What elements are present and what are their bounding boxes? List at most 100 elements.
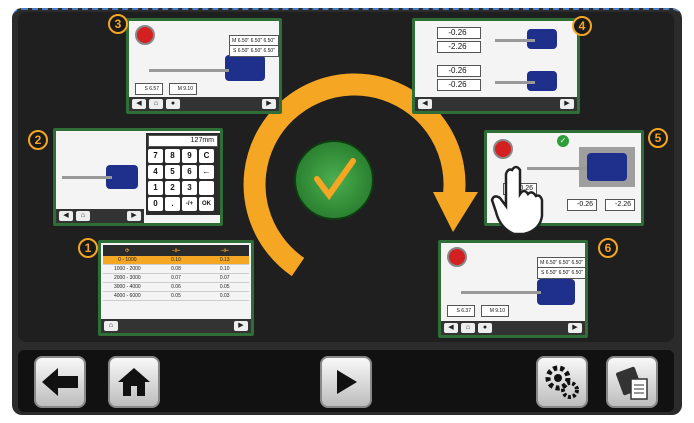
- step2-toolbar: ◀ ⌂ ▶: [56, 209, 144, 223]
- shaft-icon: [149, 69, 229, 72]
- key-2[interactable]: 2: [165, 181, 180, 195]
- next-icon[interactable]: ▶: [234, 321, 248, 331]
- back-icon[interactable]: ◀: [444, 323, 458, 333]
- check-icon: ✓: [557, 135, 569, 147]
- step6-m-value: M 9.10: [481, 305, 509, 317]
- step3-screen: M 6.50" 6.50" 6.50" S 6.50" 6.50" 6.50" …: [129, 21, 279, 111]
- workflow-area: M 6.50" 6.50" 6.50" S 6.50" 6.50" 6.50" …: [18, 12, 674, 342]
- back-icon[interactable]: ◀: [132, 99, 146, 109]
- tolerance-table: ⟳ ⊣⊢ ⊣⊢ 0 - 1000 0.10 0.13 1000 - 2000 0.08…: [103, 245, 249, 301]
- step1-screen: ⟳ ⊣⊢ ⊣⊢ 0 - 1000 0.10 0.13 1000 - 2000 0.08…: [101, 243, 251, 333]
- step4-value-2: -2.26: [437, 41, 481, 53]
- back-icon[interactable]: ◀: [59, 211, 73, 221]
- key-backspace[interactable]: ←: [199, 165, 214, 179]
- table-header: ⟳ ⊣⊢ ⊣⊢: [103, 245, 249, 256]
- shaft-icon: [495, 39, 535, 42]
- step1-toolbar: ⌂ ▶: [101, 319, 251, 333]
- step4-badge: 4: [572, 16, 592, 36]
- table-row[interactable]: 0 - 1000 0.10 0.13: [103, 256, 249, 265]
- home-icon: [118, 368, 150, 396]
- step6-s-row: S 6.50" 6.50" 6.50": [537, 267, 585, 279]
- shaft-icon: [495, 81, 535, 84]
- step2-screen: 127mm 7 8 9 C 4 5 6 ← 1 2 3 0 . -/+ OK ◀…: [56, 131, 220, 223]
- step6-screen: M 6.50" 6.50" 6.50" S 6.50" 6.50" 6.50" …: [441, 243, 585, 335]
- home-button[interactable]: [108, 356, 160, 408]
- step6-s-value: S 6.37: [447, 305, 475, 317]
- home-icon[interactable]: ⌂: [461, 323, 475, 333]
- stop-icon: [447, 247, 467, 267]
- hand-pointer-icon: [490, 165, 544, 236]
- step6-panel[interactable]: M 6.50" 6.50" 6.50" S 6.50" 6.50" 6.50" …: [438, 240, 588, 338]
- step3-s-row: S 6.50" 6.50" 6.50": [229, 45, 279, 57]
- back-button[interactable]: [34, 356, 86, 408]
- step4-value-1: -0.26: [437, 27, 481, 39]
- step4-screen: -0.26 -2.26 -0.26 -0.26 ◀ ▶: [415, 21, 577, 111]
- key-sign[interactable]: -/+: [182, 197, 197, 211]
- shaft-icon: [461, 291, 541, 294]
- printer-report-icon: [616, 366, 648, 400]
- gears-icon: [545, 365, 579, 399]
- next-icon[interactable]: ▶: [560, 99, 574, 109]
- table-row[interactable]: 3000 - 4000 0.06 0.05: [103, 283, 249, 292]
- step5-value-1: -0.26: [567, 199, 597, 211]
- key-8[interactable]: 8: [165, 149, 180, 163]
- rpm-icon: ⟳: [125, 247, 130, 254]
- next-icon[interactable]: ▶: [127, 211, 141, 221]
- shaft-icon: [62, 176, 112, 179]
- key-9[interactable]: 9: [182, 149, 197, 163]
- keypad: 127mm 7 8 9 C 4 5 6 ← 1 2 3 0 . -/+ OK: [146, 133, 220, 215]
- stop-icon: [493, 139, 513, 159]
- motor-icon: [537, 279, 575, 305]
- key-5[interactable]: 5: [165, 165, 180, 179]
- step2-panel[interactable]: 127mm 7 8 9 C 4 5 6 ← 1 2 3 0 . -/+ OK ◀…: [53, 128, 223, 226]
- step3-badge: 3: [108, 14, 128, 34]
- table-row[interactable]: 4000 - 6000 0.05 0.03: [103, 292, 249, 301]
- step2-badge: 2: [28, 130, 48, 150]
- step4-toolbar: ◀ ▶: [415, 97, 577, 111]
- key-blank[interactable]: [199, 181, 214, 195]
- key-dot[interactable]: .: [165, 197, 180, 211]
- step3-s-value: S 6.57: [135, 83, 163, 95]
- step1-panel[interactable]: ⟳ ⊣⊢ ⊣⊢ 0 - 1000 0.10 0.13 1000 - 2000 0.08…: [98, 240, 254, 336]
- key-0[interactable]: 0: [148, 197, 163, 211]
- offset-icon: ⊣⊢: [171, 247, 181, 254]
- play-button[interactable]: [320, 356, 372, 408]
- report-button[interactable]: [606, 356, 658, 408]
- home-icon[interactable]: ⌂: [76, 211, 90, 221]
- angle-icon: ⊣⊢: [220, 247, 230, 254]
- home-icon[interactable]: ⌂: [104, 321, 118, 331]
- play-icon: [337, 370, 357, 394]
- step5-value-2: -2.26: [605, 199, 635, 211]
- bottom-toolbar: [18, 350, 674, 412]
- step3-panel[interactable]: M 6.50" 6.50" 6.50" S 6.50" 6.50" 6.50" …: [126, 18, 282, 114]
- key-c[interactable]: C: [199, 149, 214, 163]
- stop-icon: [135, 25, 155, 45]
- step1-badge: 1: [78, 238, 98, 258]
- key-6[interactable]: 6: [182, 165, 197, 179]
- settings-button[interactable]: [536, 356, 588, 408]
- table-row[interactable]: 2000 - 3000 0.07 0.07: [103, 274, 249, 283]
- table-row[interactable]: 1000 - 2000 0.08 0.10: [103, 265, 249, 274]
- next-icon[interactable]: ▶: [262, 99, 276, 109]
- home-icon[interactable]: ⌂: [149, 99, 163, 109]
- step6-badge: 6: [598, 238, 618, 258]
- key-7[interactable]: 7: [148, 149, 163, 163]
- step3-toolbar: ◀ ⌂ ● ▶: [129, 97, 279, 111]
- step3-m-value: M 9.10: [169, 83, 197, 95]
- step4-value-3: -0.26: [437, 65, 481, 77]
- step6-toolbar: ◀ ⌂ ● ▶: [441, 321, 585, 335]
- key-1[interactable]: 1: [148, 181, 163, 195]
- key-4[interactable]: 4: [148, 165, 163, 179]
- step4-panel[interactable]: -0.26 -2.26 -0.26 -0.26 ◀ ▶: [412, 18, 580, 114]
- key-3[interactable]: 3: [182, 181, 197, 195]
- back-icon[interactable]: ◀: [418, 99, 432, 109]
- record-icon[interactable]: ●: [166, 99, 180, 109]
- record-icon[interactable]: ●: [478, 323, 492, 333]
- key-ok[interactable]: OK: [199, 197, 214, 211]
- success-check-icon: [294, 140, 374, 220]
- motor-icon: [587, 153, 627, 181]
- motor-icon: [225, 55, 265, 81]
- arrow-left-icon: [42, 368, 78, 396]
- next-icon[interactable]: ▶: [568, 323, 582, 333]
- step5-badge: 5: [648, 128, 668, 148]
